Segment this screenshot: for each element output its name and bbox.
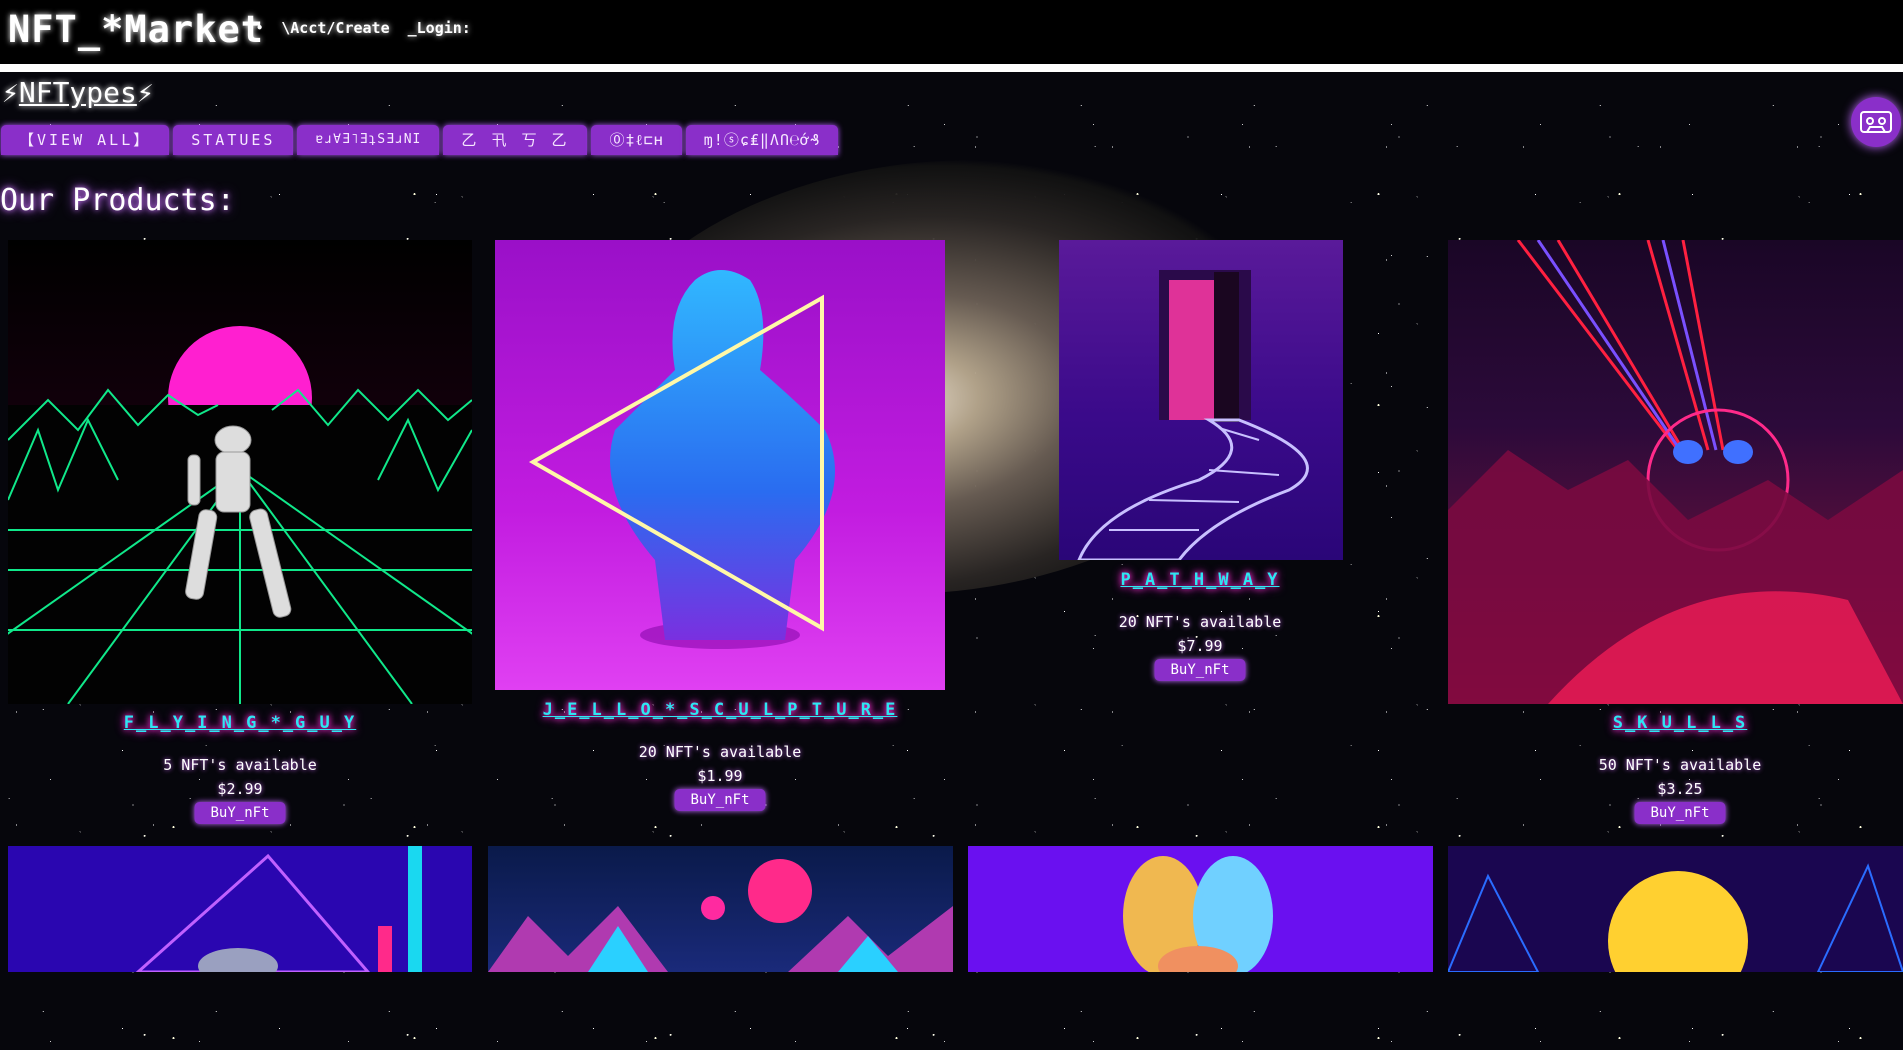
product-name[interactable]: F_L_Y_I_N_G_*_G_U_Y: [124, 713, 356, 733]
product-image-skulls[interactable]: [1448, 240, 1903, 704]
tab-interstellar[interactable]: ɐɹ∀Ǝ˥ƎʇSƎɹNI: [297, 125, 440, 155]
product-name[interactable]: S_K_U_L_L_S: [1613, 713, 1748, 733]
lightning-icon: ⚡: [136, 76, 154, 109]
product-image-pyramid[interactable]: [8, 846, 472, 972]
buy-button[interactable]: BuY_nFt: [674, 789, 766, 811]
product-image-pathway[interactable]: [1059, 240, 1343, 560]
product-price: $2.99: [217, 780, 263, 798]
tab-zasz[interactable]: 乙 卂 丂 乙: [443, 125, 588, 155]
bullet: •: [256, 21, 264, 35]
product-image-two-heads[interactable]: [968, 846, 1433, 972]
nftypes-header: ⚡NFTypes⚡: [2, 76, 154, 109]
cassette-tape-icon: [1860, 111, 1892, 133]
product-price: $7.99: [1177, 637, 1223, 655]
product-name[interactable]: J_E_L_L_O_*_S_C_U_L_P_T_U_R_E: [543, 700, 898, 720]
category-tabs: 【VIEW ALL】 STATUES ɐɹ∀Ǝ˥ƎʇSƎɹNI 乙 卂 丂 乙 …: [1, 125, 839, 155]
nftypes-label: NFTypes: [18, 76, 137, 109]
product-price: $1.99: [697, 767, 743, 785]
buy-button[interactable]: BuY_nFt: [1154, 659, 1246, 681]
tab-view-all[interactable]: 【VIEW ALL】: [1, 125, 170, 155]
product-image-sunset[interactable]: [1448, 846, 1903, 972]
product-availability: 20 NFT's available: [1118, 613, 1282, 631]
product-image-planet-mountains[interactable]: [488, 846, 953, 972]
product-price: $3.25: [1657, 780, 1703, 798]
buy-button[interactable]: BuY_nFt: [194, 802, 286, 824]
top-bar: NFT_*Market • \Acct/Create _Login:: [0, 0, 1903, 72]
account-create-link[interactable]: \Acct/Create: [281, 19, 389, 37]
tab-miscellaneous[interactable]: ɱ!ⓢɕ₤‖ɅՈ℮ớ₰: [685, 125, 839, 155]
products-heading: Our Products:: [0, 183, 235, 218]
product-availability: 50 NFT's available: [1598, 756, 1762, 774]
product-image-flying-guy[interactable]: [8, 240, 472, 704]
brand-logo[interactable]: NFT_*Market: [8, 8, 264, 51]
product-name[interactable]: P_A_T_H_W_A_Y: [1120, 570, 1279, 590]
product-availability: 20 NFT's available: [638, 743, 802, 761]
tab-glitch[interactable]: ⓪‡ℓ⊏ʜ: [591, 125, 682, 155]
product-image-jello-sculpture[interactable]: [495, 240, 945, 690]
cassette-tape-button[interactable]: [1851, 97, 1901, 147]
buy-button[interactable]: BuY_nFt: [1634, 802, 1726, 824]
tab-statues[interactable]: STATUES: [173, 125, 294, 155]
login-link[interactable]: _Login:: [408, 19, 471, 37]
lightning-icon: ⚡: [2, 76, 19, 109]
product-availability: 5 NFT's available: [163, 756, 317, 774]
top-nav: • \Acct/Create _Login:: [256, 19, 471, 37]
